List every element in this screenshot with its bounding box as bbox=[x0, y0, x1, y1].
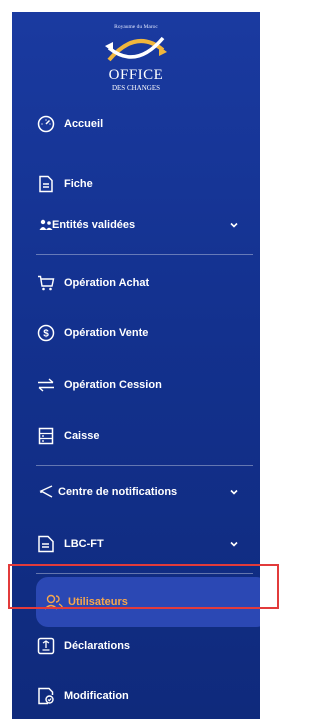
logo-emblem-icon bbox=[105, 36, 167, 62]
menu-item-accueil[interactable]: Accueil bbox=[12, 104, 254, 144]
edit-document-icon bbox=[36, 686, 56, 706]
logo-kingdom-text: Royaume du Maroc bbox=[114, 24, 158, 30]
declaration-icon bbox=[36, 636, 56, 656]
menu-item-label: Caisse bbox=[64, 430, 100, 442]
menu-item-entites-validees[interactable]: Entités validées bbox=[12, 205, 254, 245]
menu-item-lbc-ft[interactable]: LBC-FT bbox=[12, 524, 254, 564]
document-icon bbox=[36, 534, 56, 554]
menu-item-modification[interactable]: Modification bbox=[12, 676, 254, 716]
logo-name-line2: DES CHANGES bbox=[111, 84, 161, 92]
cash-register-icon bbox=[36, 426, 56, 446]
menu-item-declarations[interactable]: Déclarations bbox=[12, 626, 254, 666]
menu-item-label: Entités validées bbox=[52, 219, 136, 231]
transfer-arrows-icon bbox=[36, 375, 56, 395]
chevron-down-icon[interactable] bbox=[229, 220, 239, 233]
logo-name-line1: OFFICE bbox=[108, 67, 164, 83]
menu-item-caisse[interactable]: Caisse bbox=[12, 416, 254, 456]
menu-item-label: Modification bbox=[64, 690, 129, 702]
selection-highlight-box bbox=[8, 564, 279, 609]
menu-item-label: Accueil bbox=[64, 118, 104, 130]
sidebar: Royaume du Maroc OFFICE DES CHANGES Accu… bbox=[12, 12, 260, 719]
chevron-down-icon[interactable] bbox=[229, 539, 239, 552]
menu-item-label: Centre de notifications bbox=[58, 486, 178, 498]
menu-item-fiche[interactable]: Fiche bbox=[12, 164, 254, 204]
document-icon bbox=[36, 174, 56, 194]
cart-icon bbox=[36, 273, 56, 293]
chevron-down-icon[interactable] bbox=[229, 487, 239, 500]
menu-item-label: Opération Vente bbox=[64, 327, 149, 339]
dollar-circle-icon: $ bbox=[36, 323, 56, 343]
menu-item-operation-vente[interactable]: $ Opération Vente bbox=[12, 313, 254, 353]
dashboard-gauge-icon bbox=[36, 114, 56, 134]
megaphone-icon bbox=[36, 482, 56, 502]
menu-item-operation-achat[interactable]: Opération Achat bbox=[12, 263, 254, 303]
menu-divider bbox=[36, 465, 253, 466]
svg-text:$: $ bbox=[43, 329, 49, 340]
menu-divider bbox=[36, 254, 253, 255]
menu-item-centre-de-notifications[interactable]: Centre de notifications bbox=[12, 472, 254, 512]
menu-item-label: Opération Cession bbox=[64, 379, 162, 391]
menu-item-label: Déclarations bbox=[64, 640, 131, 652]
menu-item-label: Fiche bbox=[64, 178, 93, 190]
office-des-changes-logo: Royaume du Maroc OFFICE DES CHANGES bbox=[12, 12, 260, 100]
menu-item-label: Opération Achat bbox=[64, 277, 150, 289]
menu-item-operation-cession[interactable]: Opération Cession bbox=[12, 365, 254, 405]
menu-item-label: LBC-FT bbox=[64, 538, 104, 550]
